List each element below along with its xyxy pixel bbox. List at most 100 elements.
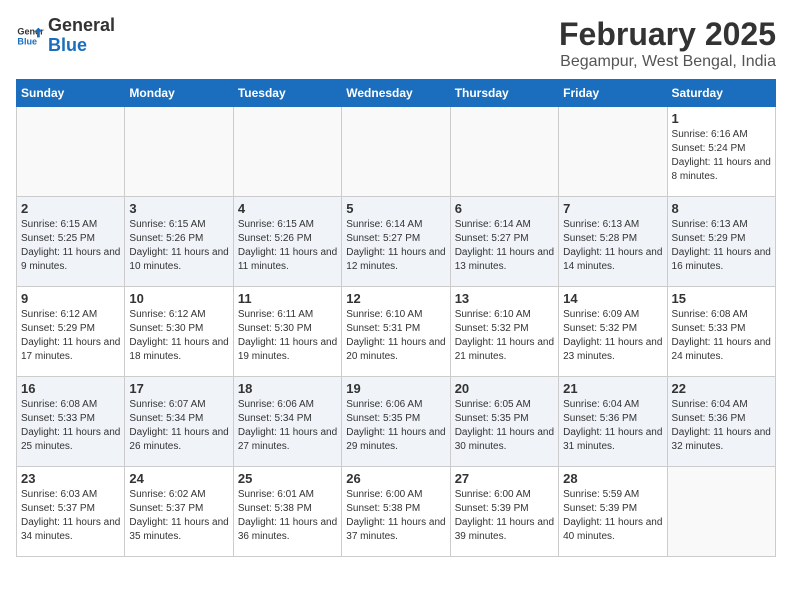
day-info: Sunrise: 6:04 AM Sunset: 5:36 PM Dayligh… — [672, 398, 771, 454]
calendar-cell: 13 Sunrise: 6:10 AM Sunset: 5:32 PM Dayli… — [450, 287, 558, 377]
day-number: 16 — [21, 381, 120, 396]
day-info: Sunrise: 6:10 AM Sunset: 5:32 PM Dayligh… — [455, 308, 554, 364]
day-number: 22 — [672, 381, 771, 396]
day-number: 26 — [346, 471, 445, 486]
day-number: 2 — [21, 201, 120, 216]
day-info: Sunrise: 6:10 AM Sunset: 5:31 PM Dayligh… — [346, 308, 445, 364]
calendar-cell: 8Sunrise: 6:13 AM Sunset: 5:29 PM Daylig… — [667, 197, 775, 287]
day-info: Sunrise: 6:08 AM Sunset: 5:33 PM Dayligh… — [21, 398, 120, 454]
calendar-subtitle: Begampur, West Bengal, India — [559, 53, 776, 71]
calendar-cell: 1 Sunrise: 6:16 AM Sunset: 5:24 PM Daylig… — [667, 107, 775, 197]
calendar-cell — [559, 107, 667, 197]
day-of-week-header: Wednesday — [342, 80, 450, 107]
day-number: 20 — [455, 381, 554, 396]
day-info: Sunrise: 6:01 AM Sunset: 5:38 PM Dayligh… — [238, 488, 337, 544]
day-of-week-header: Tuesday — [233, 80, 341, 107]
day-number: 5 — [346, 201, 445, 216]
week-row: 9Sunrise: 6:12 AM Sunset: 5:29 PM Daylig… — [17, 287, 776, 377]
day-number: 13 — [455, 291, 554, 306]
calendar-cell: 22 Sunrise: 6:04 AM Sunset: 5:36 PM Dayli… — [667, 377, 775, 467]
day-of-week-header: Thursday — [450, 80, 558, 107]
day-info: Sunrise: 6:00 AM Sunset: 5:38 PM Dayligh… — [346, 488, 445, 544]
day-info: Sunrise: 6:15 AM Sunset: 5:26 PM Dayligh… — [238, 218, 337, 274]
calendar-cell: 15Sunrise: 6:08 AM Sunset: 5:33 PM Dayli… — [667, 287, 775, 377]
calendar-cell: 5 Sunrise: 6:14 AM Sunset: 5:27 PM Daylig… — [342, 197, 450, 287]
day-info: Sunrise: 6:06 AM Sunset: 5:35 PM Dayligh… — [346, 398, 445, 454]
calendar-cell: 12 Sunrise: 6:10 AM Sunset: 5:31 PM Dayli… — [342, 287, 450, 377]
day-info: Sunrise: 6:15 AM Sunset: 5:26 PM Dayligh… — [129, 218, 228, 274]
day-number: 28 — [563, 471, 662, 486]
calendar-cell — [667, 467, 775, 557]
svg-text:Blue: Blue — [17, 36, 37, 46]
day-of-week-header: Friday — [559, 80, 667, 107]
day-info: Sunrise: 6:09 AM Sunset: 5:32 PM Dayligh… — [563, 308, 662, 364]
day-number: 7 — [563, 201, 662, 216]
day-number: 15 — [672, 291, 771, 306]
day-number: 12 — [346, 291, 445, 306]
day-number: 19 — [346, 381, 445, 396]
calendar-cell: 19 Sunrise: 6:06 AM Sunset: 5:35 PM Dayli… — [342, 377, 450, 467]
header: General Blue General Blue February 2025 … — [16, 16, 776, 71]
calendar-cell: 21 Sunrise: 6:04 AM Sunset: 5:36 PM Dayli… — [559, 377, 667, 467]
calendar-cell — [125, 107, 233, 197]
day-number: 17 — [129, 381, 228, 396]
calendar-cell: 11 Sunrise: 6:11 AM Sunset: 5:30 PM Dayli… — [233, 287, 341, 377]
day-number: 11 — [238, 291, 337, 306]
calendar-cell: 4Sunrise: 6:15 AM Sunset: 5:26 PM Daylig… — [233, 197, 341, 287]
day-number: 1 — [672, 111, 771, 126]
calendar-cell — [450, 107, 558, 197]
calendar-cell: 10Sunrise: 6:12 AM Sunset: 5:30 PM Dayli… — [125, 287, 233, 377]
week-row: 16 Sunrise: 6:08 AM Sunset: 5:33 PM Dayli… — [17, 377, 776, 467]
calendar-cell: 24 Sunrise: 6:02 AM Sunset: 5:37 PM Dayli… — [125, 467, 233, 557]
calendar-table: SundayMondayTuesdayWednesdayThursdayFrid… — [16, 79, 776, 557]
calendar-cell — [342, 107, 450, 197]
week-row: 1 Sunrise: 6:16 AM Sunset: 5:24 PM Daylig… — [17, 107, 776, 197]
day-info: Sunrise: 6:16 AM Sunset: 5:24 PM Dayligh… — [672, 128, 771, 184]
day-info: Sunrise: 6:15 AM Sunset: 5:25 PM Dayligh… — [21, 218, 120, 274]
day-number: 18 — [238, 381, 337, 396]
day-info: Sunrise: 6:04 AM Sunset: 5:36 PM Dayligh… — [563, 398, 662, 454]
day-info: Sunrise: 6:13 AM Sunset: 5:28 PM Dayligh… — [563, 218, 662, 274]
day-number: 14 — [563, 291, 662, 306]
day-info: Sunrise: 6:14 AM Sunset: 5:27 PM Dayligh… — [346, 218, 445, 274]
calendar-cell: 27 Sunrise: 6:00 AM Sunset: 5:39 PM Dayli… — [450, 467, 558, 557]
calendar-cell: 25 Sunrise: 6:01 AM Sunset: 5:38 PM Dayli… — [233, 467, 341, 557]
logo-text: General Blue — [48, 16, 115, 56]
day-number: 27 — [455, 471, 554, 486]
day-of-week-header: Saturday — [667, 80, 775, 107]
day-number: 9 — [21, 291, 120, 306]
day-number: 24 — [129, 471, 228, 486]
calendar-cell: 23 Sunrise: 6:03 AM Sunset: 5:37 PM Dayli… — [17, 467, 125, 557]
calendar-header-row: SundayMondayTuesdayWednesdayThursdayFrid… — [17, 80, 776, 107]
day-number: 21 — [563, 381, 662, 396]
calendar-cell: 28Sunrise: 5:59 AM Sunset: 5:39 PM Dayli… — [559, 467, 667, 557]
day-info: Sunrise: 6:07 AM Sunset: 5:34 PM Dayligh… — [129, 398, 228, 454]
calendar-cell: 14 Sunrise: 6:09 AM Sunset: 5:32 PM Dayli… — [559, 287, 667, 377]
day-number: 23 — [21, 471, 120, 486]
calendar-cell: 20 Sunrise: 6:05 AM Sunset: 5:35 PM Dayli… — [450, 377, 558, 467]
title-area: February 2025 Begampur, West Bengal, Ind… — [559, 16, 776, 71]
day-of-week-header: Sunday — [17, 80, 125, 107]
calendar-cell: 6Sunrise: 6:14 AM Sunset: 5:27 PM Daylig… — [450, 197, 558, 287]
calendar-cell: 7 Sunrise: 6:13 AM Sunset: 5:28 PM Daylig… — [559, 197, 667, 287]
day-number: 25 — [238, 471, 337, 486]
day-info: Sunrise: 6:13 AM Sunset: 5:29 PM Dayligh… — [672, 218, 771, 274]
day-info: Sunrise: 6:05 AM Sunset: 5:35 PM Dayligh… — [455, 398, 554, 454]
day-info: Sunrise: 6:03 AM Sunset: 5:37 PM Dayligh… — [21, 488, 120, 544]
day-info: Sunrise: 6:14 AM Sunset: 5:27 PM Dayligh… — [455, 218, 554, 274]
week-row: 23 Sunrise: 6:03 AM Sunset: 5:37 PM Dayli… — [17, 467, 776, 557]
calendar-cell: 18Sunrise: 6:06 AM Sunset: 5:34 PM Dayli… — [233, 377, 341, 467]
week-row: 2 Sunrise: 6:15 AM Sunset: 5:25 PM Daylig… — [17, 197, 776, 287]
calendar-cell — [17, 107, 125, 197]
day-info: Sunrise: 6:00 AM Sunset: 5:39 PM Dayligh… — [455, 488, 554, 544]
day-info: Sunrise: 6:02 AM Sunset: 5:37 PM Dayligh… — [129, 488, 228, 544]
calendar-cell: 3 Sunrise: 6:15 AM Sunset: 5:26 PM Daylig… — [125, 197, 233, 287]
day-of-week-header: Monday — [125, 80, 233, 107]
calendar-cell — [233, 107, 341, 197]
day-info: Sunrise: 6:11 AM Sunset: 5:30 PM Dayligh… — [238, 308, 337, 364]
day-number: 3 — [129, 201, 228, 216]
calendar-cell: 26 Sunrise: 6:00 AM Sunset: 5:38 PM Dayli… — [342, 467, 450, 557]
calendar-cell: 16 Sunrise: 6:08 AM Sunset: 5:33 PM Dayli… — [17, 377, 125, 467]
calendar-cell: 9Sunrise: 6:12 AM Sunset: 5:29 PM Daylig… — [17, 287, 125, 377]
calendar-cell: 2 Sunrise: 6:15 AM Sunset: 5:25 PM Daylig… — [17, 197, 125, 287]
